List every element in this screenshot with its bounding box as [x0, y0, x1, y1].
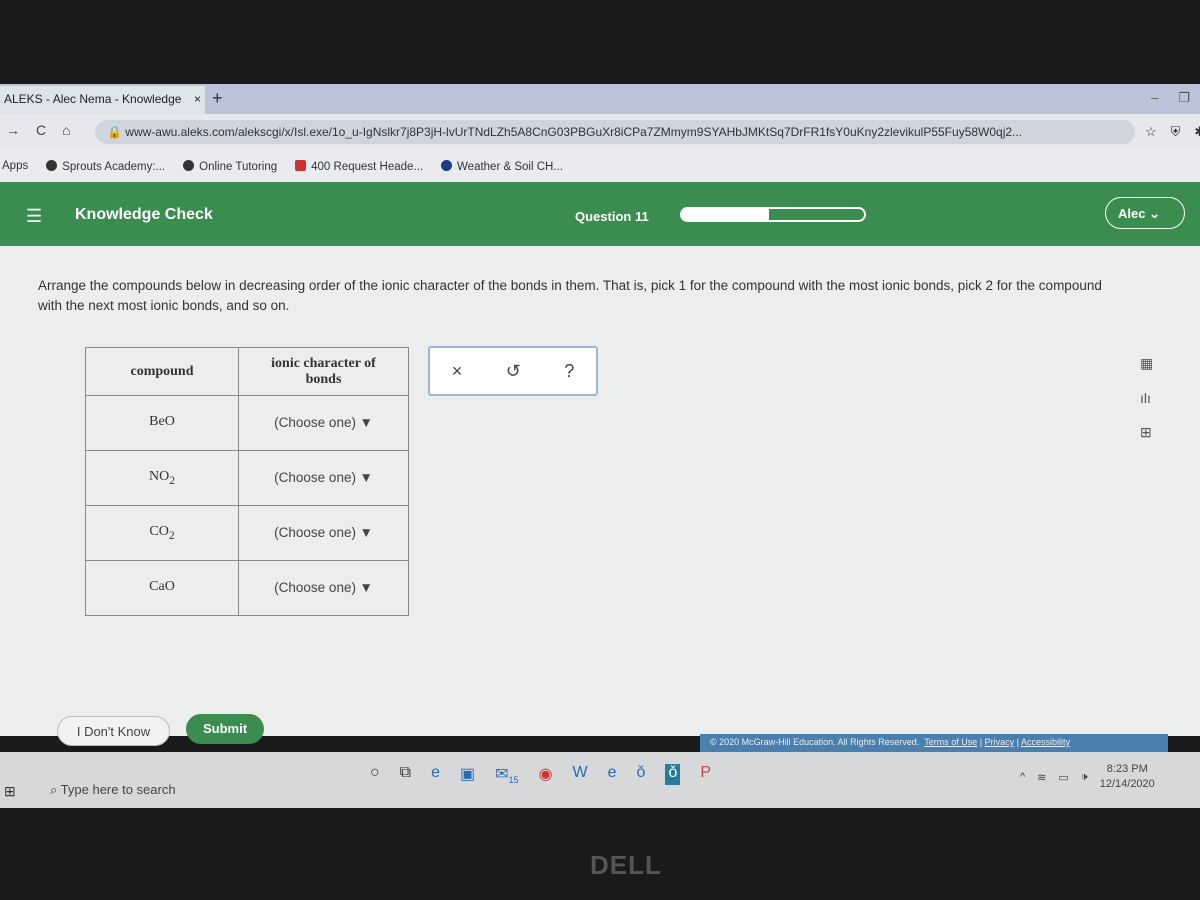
globe-icon [183, 159, 195, 171]
progress-bar [680, 207, 866, 222]
dropdown-arrow-icon: ▼ [359, 524, 373, 540]
globe-icon [46, 159, 58, 171]
clear-icon[interactable]: × [452, 361, 463, 382]
home-icon[interactable]: ⌂ [62, 122, 70, 138]
header-compound: compound [85, 347, 239, 396]
terms-link[interactable]: Terms of Use [924, 737, 977, 747]
bookmark-request[interactable]: 400 Request Heade... [295, 159, 424, 173]
user-menu[interactable]: Alec ⌄ [1105, 197, 1185, 229]
battery-icon[interactable]: ▭ [1058, 771, 1068, 784]
reload-icon[interactable]: C [36, 122, 46, 138]
privacy-link[interactable]: Privacy [985, 737, 1015, 747]
volume-icon[interactable]: 🕩 [1081, 771, 1088, 784]
puzzle-icon[interactable]: ✱ [1194, 124, 1200, 140]
taskbar-apps: ○ ⧉ e ▣ ✉15 ◉ We ǒ ǒ P [370, 764, 711, 786]
shield-icon[interactable]: ⛨ [1171, 124, 1181, 140]
edge-icon[interactable]: e [431, 764, 440, 785]
url-text: www-awu.aleks.com/alekscgi/x/Isl.exe/1o_… [125, 125, 1023, 139]
footer: © 2020 McGraw-Hill Education. All Rights… [700, 734, 1168, 752]
question-prompt: Arrange the compounds below in decreasin… [38, 278, 1102, 313]
menu-icon[interactable]: ☰ [26, 206, 42, 227]
bookmark-label: Online Tutoring [199, 160, 278, 173]
periodic-table-icon[interactable]: ⊞ [1140, 424, 1153, 441]
question-number: Question 11 [575, 209, 649, 224]
progress-fill [682, 209, 770, 220]
nav-buttons: → C ⌂ [6, 122, 71, 138]
chevron-down-icon: ⌄ [1149, 206, 1160, 221]
table-row: CaO (Choose one) ▼ [85, 560, 409, 616]
address-bar[interactable]: 🔒 www-awu.aleks.com/alekscgi/x/Isl.exe/1… [95, 120, 1135, 144]
submit-button[interactable]: Submit [186, 714, 264, 744]
dropdown-arrow-icon: ▼ [359, 579, 373, 595]
dell-logo: DELL [590, 850, 662, 880]
accessibility-link[interactable]: Accessibility [1021, 737, 1070, 747]
table-row: CO2 (Choose one) ▼ [85, 505, 409, 561]
bookmark-apps[interactable]: Apps [2, 160, 28, 172]
answer-tools: × ↺ ? [428, 346, 598, 396]
windows-icon[interactable]: ⊞ [4, 783, 16, 800]
search-placeholder: Type here to search [60, 782, 176, 797]
aleks-app-icon[interactable]: ǒ [665, 764, 681, 786]
tab-title: ALEKS - Alec Nema - Knowledge [4, 92, 182, 106]
c-icon [295, 159, 307, 171]
bookmark-label: Weather & Soil CH... [457, 160, 563, 173]
bookmarks-bar: Apps Sprouts Academy:... Online Tutoring… [0, 150, 1200, 182]
cortana-icon[interactable]: ○ [370, 764, 380, 785]
store-icon[interactable]: ▣ [460, 764, 475, 785]
mail-icon[interactable]: ✉15 [495, 764, 518, 785]
aleks-icon[interactable]: ǒ [637, 764, 646, 785]
table-row: BeO (Choose one) ▼ [85, 395, 409, 451]
window-controls: – ❐ [1151, 90, 1190, 106]
bookmark-weather[interactable]: Weather & Soil CH... [441, 159, 563, 173]
time: 8:23 PM [1106, 763, 1148, 775]
compound-cell: BeO [85, 395, 239, 451]
choose-select[interactable]: (Choose one) ▼ [238, 505, 409, 561]
taskbar-search[interactable]: ⌕ Type here to search [50, 782, 176, 798]
bookmark-sprouts[interactable]: Sprouts Academy:... [46, 159, 166, 173]
compound-cell: CO2 [85, 505, 239, 561]
minimize-icon[interactable]: – [1151, 90, 1158, 106]
chart-icon[interactable]: ılı [1140, 390, 1153, 406]
undo-icon[interactable]: ↺ [506, 361, 521, 382]
i-dont-know-button[interactable]: I Don't Know [57, 716, 170, 746]
user-name: Alec [1118, 206, 1146, 221]
powerpoint-icon[interactable]: P [700, 764, 711, 785]
new-tab-button[interactable]: + [212, 88, 223, 109]
wifi-icon[interactable]: ≋ [1037, 771, 1046, 784]
choose-select[interactable]: (Choose one) ▼ [238, 560, 409, 616]
choose-select[interactable]: (Choose one) ▼ [238, 450, 409, 506]
answer-table: compound ionic character of bonds BeO (Cho… [85, 347, 409, 616]
bookmark-label: Sprouts Academy:... [62, 160, 166, 173]
star-icon[interactable]: ☆ [1145, 124, 1157, 140]
header-ionic: ionic character of bonds [238, 347, 409, 396]
bookmark-label: 400 Request Heade... [311, 160, 424, 173]
page-title: Knowledge Check [75, 206, 213, 223]
table-row: NO2 (Choose one) ▼ [85, 450, 409, 506]
extensions: ☆ ⛨ ✱ [1145, 124, 1200, 140]
calculator-icon[interactable]: ▦ [1140, 355, 1153, 372]
copyright: © 2020 McGraw-Hill Education. All Rights… [710, 737, 920, 747]
side-tools: ▦ ılı ⊞ [1140, 355, 1153, 441]
restore-icon[interactable]: ❐ [1178, 90, 1190, 106]
forward-icon[interactable]: → [6, 122, 20, 138]
clock[interactable]: 8:23 PM 12/14/2020 [1100, 762, 1155, 792]
chrome-icon[interactable]: ◉ [539, 764, 553, 785]
dropdown-arrow-icon: ▼ [359, 414, 373, 430]
compound-cell: CaO [85, 560, 239, 616]
choose-select[interactable]: (Choose one) ▼ [238, 395, 409, 451]
bookmark-tutoring[interactable]: Online Tutoring [183, 159, 278, 173]
word-icon[interactable]: W [573, 764, 588, 785]
system-tray: ^ ≋ ▭ 🕩 8:23 PM 12/14/2020 [1020, 762, 1155, 792]
date: 12/14/2020 [1099, 778, 1155, 790]
dropdown-arrow-icon: ▼ [359, 469, 373, 485]
q-icon [441, 159, 453, 171]
chevron-up-icon[interactable]: ^ [1020, 771, 1025, 783]
browser-tab[interactable]: ALEKS - Alec Nema - Knowledge × [0, 86, 205, 114]
tab-close-icon[interactable]: × [194, 92, 201, 108]
task-view-icon[interactable]: ⧉ [400, 764, 411, 785]
ie-icon[interactable]: e [608, 764, 617, 785]
help-icon[interactable]: ? [564, 361, 574, 382]
compound-cell: NO2 [85, 450, 239, 506]
